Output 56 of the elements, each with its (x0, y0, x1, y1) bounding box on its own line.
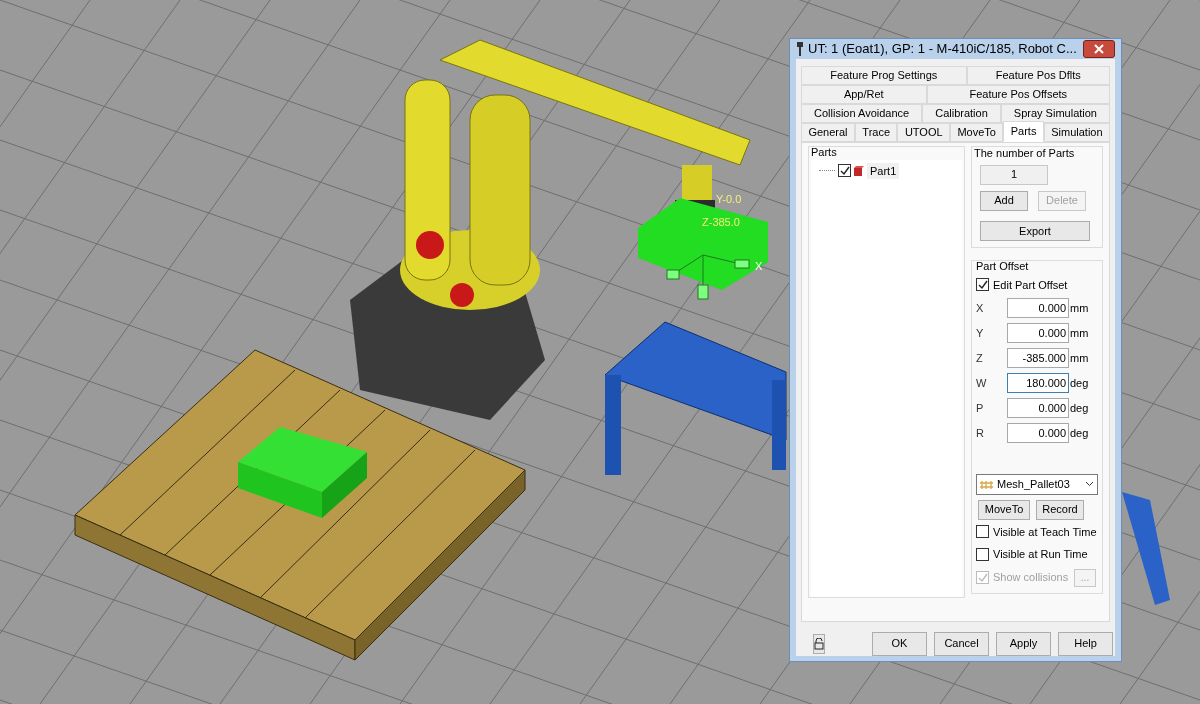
record-button[interactable]: Record (1036, 499, 1084, 520)
lock-button[interactable] (813, 633, 825, 654)
dialog-button[interactable]: OK (872, 631, 927, 656)
tab[interactable]: Feature Pos Dflts (966, 65, 1110, 85)
axis-label: W (976, 375, 988, 391)
unit-label: deg (1070, 400, 1089, 416)
offset-field[interactable]: 180.000 (1007, 373, 1069, 393)
offset-field[interactable]: 0.000 (1007, 323, 1069, 343)
frame-dropdown[interactable]: Mesh_Pallet03 (976, 473, 1098, 495)
export-button[interactable]: Export (980, 220, 1090, 241)
unit-label: mm (1070, 325, 1089, 341)
close-button[interactable] (1083, 39, 1115, 58)
checkbox-label: Visible at Run Time (993, 547, 1088, 562)
tree-item[interactable]: Part1 (867, 162, 900, 179)
axis-label: P (976, 400, 985, 416)
axis-label: R (976, 425, 985, 441)
dialog-button[interactable]: Help (1058, 631, 1113, 656)
add-button[interactable]: Add (980, 190, 1028, 211)
checkbox[interactable] (976, 525, 989, 539)
chevron-down-icon (1085, 481, 1094, 487)
dialog-button[interactable]: Cancel (934, 631, 989, 656)
dialog-button[interactable]: Apply (996, 631, 1051, 656)
checkbox-label: Edit Part Offset (993, 277, 1068, 293)
checkbox[interactable] (976, 547, 989, 561)
unit-label: deg (1070, 375, 1089, 391)
checkbox[interactable] (976, 278, 989, 292)
group-label: Part Offset (976, 259, 1030, 273)
unit-label: deg (1070, 425, 1089, 441)
group-label: Parts (811, 145, 838, 159)
close-icon (1094, 43, 1104, 54)
cube-icon (854, 165, 864, 176)
parts-count-field: 1 (980, 164, 1048, 185)
offset-field[interactable]: 0.000 (1007, 298, 1069, 318)
tab[interactable]: Calibration (922, 103, 1001, 123)
group-label: The number of Parts (974, 146, 1076, 160)
tab[interactable]: Feature Prog Settings (801, 65, 967, 85)
checkbox-label: Show collisions (993, 570, 1069, 586)
axis-label: X (976, 300, 985, 316)
move-to-button[interactable]: MoveTo (978, 499, 1030, 520)
axis-label: X (755, 260, 763, 272)
axis-label: Z (976, 350, 984, 366)
axis-label: Y (976, 325, 985, 341)
pallet-icon (980, 479, 993, 489)
unit-label: mm (1070, 300, 1089, 316)
offset-field[interactable]: -385.000 (1007, 348, 1069, 368)
tab[interactable]: Parts (1003, 120, 1044, 142)
checkbox-label: Visible at Teach Time (993, 524, 1097, 540)
offset-field[interactable]: 0.000 (1007, 398, 1069, 418)
lock-icon (814, 637, 824, 650)
checkbox[interactable] (838, 164, 851, 178)
unit-label: mm (1070, 350, 1089, 366)
axis-label: Z-385.0 (702, 216, 740, 228)
window-title: UT: 1 (Eoat1), GP: 1 - M-410iC/185, Robot C... (808, 40, 1077, 58)
offset-field[interactable]: 0.000 (1007, 423, 1069, 443)
pin-icon (796, 41, 804, 56)
axis-label: Y-0.0 (716, 193, 742, 205)
